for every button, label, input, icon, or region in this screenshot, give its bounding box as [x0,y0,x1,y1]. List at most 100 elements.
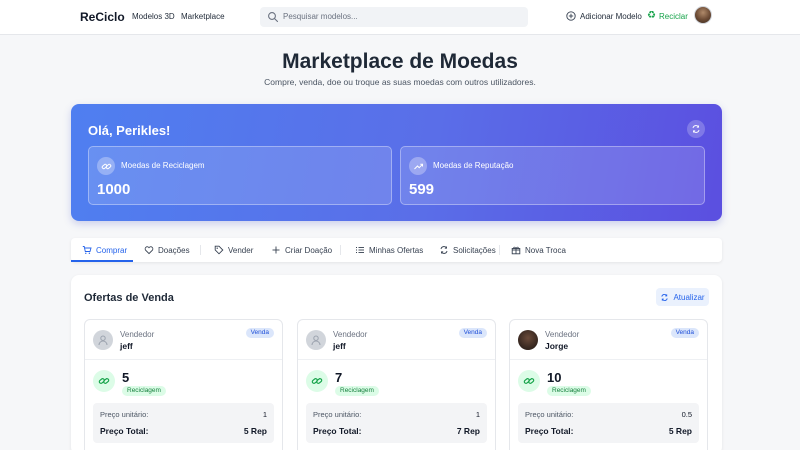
recycling-coins-label: Moedas de Reciclagem [121,161,205,170]
search-input[interactable]: Pesquisar modelos... [260,7,528,27]
unit-price-label: Preço unitário: [100,410,149,419]
seller-avatar [93,330,113,350]
offer-card[interactable]: Vendedor Jorge Venda 10 Reciclagem Preço… [509,319,708,450]
balance-card: Olá, Perikles! Moedas de Reciclagem 1000… [71,104,722,221]
nav-link-marketplace[interactable]: Marketplace [181,12,225,21]
refresh-balance-button[interactable] [687,120,705,138]
seller-name: Jorge [545,341,569,351]
reputation-coins-box: Moedas de Reputação 599 [400,146,705,205]
tab-separator [340,245,341,255]
coin-quantity: 5 [122,370,130,385]
sale-badge: Venda [458,328,487,338]
trending-up-icon [409,157,427,175]
add-model-label: Adicionar Modelo [580,11,642,21]
offer-card[interactable]: Vendedor jeff Venda 7 Reciclagem Preço u… [297,319,496,450]
seller-label: Vendedor [545,330,580,339]
coins-link-icon [518,370,540,392]
total-price-value: 5 Rep [668,426,692,436]
page-subtitle: Compre, venda, doe ou troque as suas moe… [264,77,536,87]
reputation-coins-label: Moedas de Reputação [433,161,514,170]
unit-price-label: Preço unitário: [525,410,574,419]
plus-icon [272,246,280,254]
nav-link-modelos-3d[interactable]: Modelos 3D [132,12,175,21]
coin-type-badge: Reciclagem [122,386,166,396]
page-title: Marketplace de Moedas [282,50,518,73]
heart-icon [144,246,154,255]
total-price-label: Preço Total: [313,426,362,436]
unit-price-label: Preço unitário: [313,410,362,419]
update-button[interactable]: Atualizar [656,288,709,306]
seller-name: jeff [333,341,346,351]
plus-circle-icon [566,11,576,21]
recycle-button[interactable]: ♻ Reciclar [647,11,688,21]
tab-vender[interactable]: Vender [214,238,253,262]
tab-comprar[interactable]: Comprar [82,238,127,262]
search-placeholder: Pesquisar modelos... [283,12,358,21]
recycling-coins-box: Moedas de Reciclagem 1000 [88,146,392,205]
refresh-icon [661,293,669,301]
seller-label: Vendedor [120,330,155,339]
offer-card[interactable]: Vendedor jeff Venda 5 Reciclagem Preço u… [84,319,283,450]
gift-icon [511,246,521,255]
recycle-label: Reciclar [658,11,688,21]
update-button-label: Atualizar [673,292,705,302]
recycling-coins-value: 1000 [97,181,131,198]
brand-logo[interactable]: ReCiclo [80,10,125,24]
user-icon [98,335,108,346]
coin-type-badge: Reciclagem [547,386,591,396]
tab-solicitacoes-label: Solicitações [453,245,496,255]
total-price-value: 5 Rep [243,426,267,436]
sale-badge: Venda [245,328,274,338]
tab-nova-troca[interactable]: Nova Troca [511,238,566,262]
tab-comprar-label: Comprar [96,245,128,255]
coin-type-badge: Reciclagem [335,386,379,396]
tab-doacoes[interactable]: Doações [144,238,190,262]
user-avatar[interactable] [694,6,712,24]
active-tab-indicator [71,260,133,262]
unit-price-value: 1 [475,410,480,419]
tab-separator [499,245,500,255]
tab-criar-doacao-label: Criar Doação [285,245,333,255]
refresh-icon [692,125,700,133]
price-box: Preço unitário: 1 Preço Total: 5 Rep [93,403,274,443]
cart-icon [82,246,92,254]
tab-separator [200,245,201,255]
list-icon [356,247,364,253]
tab-criar-doacao[interactable]: Criar Doação [271,238,332,262]
tab-doacoes-label: Doações [158,245,190,255]
tab-nova-troca-label: Nova Troca [525,245,566,255]
seller-name: jeff [120,341,133,351]
tab-solicitacoes[interactable]: Solicitações [439,238,496,262]
panel-title: Ofertas de Venda [84,292,174,304]
refresh-icon [440,246,448,254]
sale-offers-panel: Ofertas de Venda Atualizar Vendedor jeff… [71,275,722,450]
sale-badge: Venda [670,328,699,338]
price-box: Preço unitário: 0.5 Preço Total: 5 Rep [518,403,699,443]
coins-link-icon [306,370,328,392]
seller-label: Vendedor [333,330,368,339]
seller-avatar [306,330,326,350]
recycle-icon: ♻ [647,10,656,21]
greeting: Olá, Perikles! [88,123,171,138]
coins-link-icon [93,370,115,392]
card-divider [510,359,707,360]
coins-link-icon [97,157,115,175]
search-icon [268,12,279,23]
top-navbar: ReCiclo Modelos 3D Marketplace Pesquisar… [0,0,800,35]
coin-quantity: 10 [547,370,562,385]
marketplace-tabs: Comprar Doações Vender Criar Doação Minh… [71,238,722,262]
add-model-button[interactable]: Adicionar Modelo [566,11,642,21]
tab-minhas-ofertas[interactable]: Minhas Ofertas [355,238,423,262]
coin-quantity: 7 [335,370,343,385]
unit-price-value: 1 [262,410,267,419]
total-price-label: Preço Total: [525,426,574,436]
total-price-label: Preço Total: [100,426,149,436]
tab-vender-label: Vender [228,245,254,255]
unit-price-value: 0.5 [681,410,692,419]
tag-icon [214,245,224,255]
price-box: Preço unitário: 1 Preço Total: 7 Rep [306,403,487,443]
total-price-value: 7 Rep [456,426,480,436]
card-divider [85,359,282,360]
tab-minhas-ofertas-label: Minhas Ofertas [369,245,424,255]
card-divider [298,359,495,360]
